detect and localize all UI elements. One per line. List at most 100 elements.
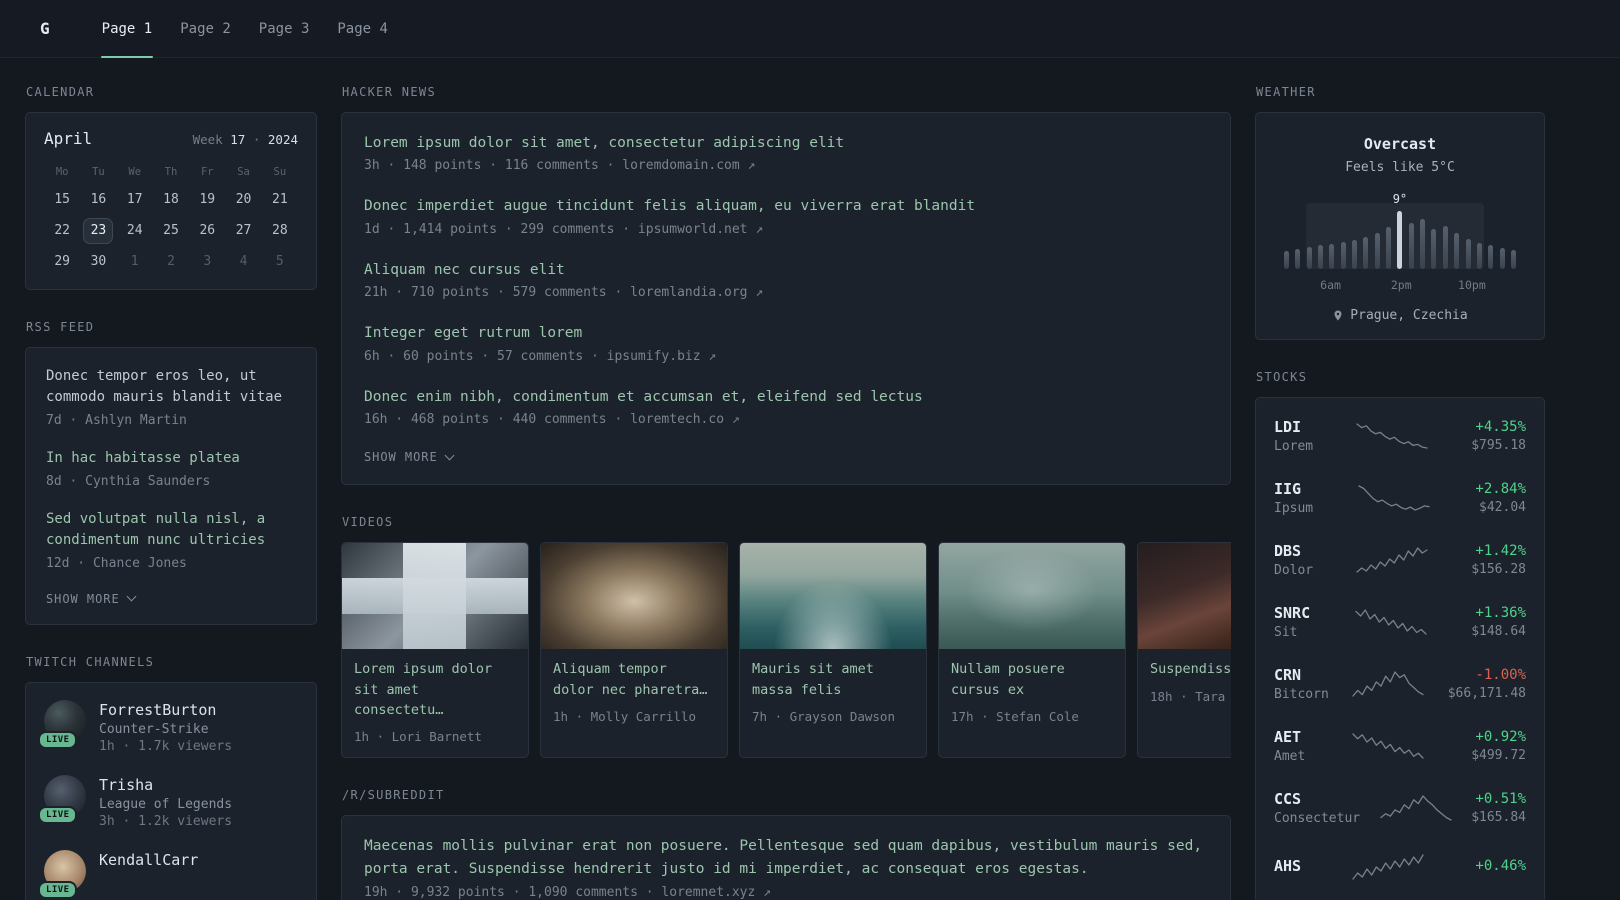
rss-item-title[interactable]: Sed volutpat nulla nisl, a condimentum n…: [46, 509, 296, 551]
stock-sparkline: [1352, 669, 1424, 699]
stock-ticker: AHS: [1274, 856, 1302, 875]
weather-bar: [1465, 239, 1471, 269]
stock-name: Dolor: [1274, 563, 1314, 578]
stock-row[interactable]: LDI Lorem +4.35% $795.18: [1274, 405, 1526, 467]
calendar-day-number: 27: [235, 223, 252, 238]
stock-row[interactable]: AHS +0.46%: [1274, 839, 1526, 895]
stock-id: AET Amet: [1274, 728, 1305, 764]
video-card-body: Nullam posuere cursus ex 17h · Stefan Co…: [939, 649, 1125, 737]
stock-row[interactable]: CCS Consectetur +0.51% $165.84: [1274, 777, 1526, 839]
videos-widget-title: VIDEOS: [342, 515, 394, 530]
calendar-day-cell: 15: [47, 187, 77, 213]
hackernews-item-title[interactable]: Integer eget rutrum lorem: [364, 323, 1208, 343]
subreddit-widget-title: /R/SUBREDDIT: [342, 788, 445, 803]
hackernews-item-title[interactable]: Lorem ipsum dolor sit amet, consectetur …: [364, 133, 1208, 153]
twitch-channel[interactable]: LIVE Trisha League of Legends 3h · 1.2k …: [38, 774, 298, 829]
navbar: G Page 1 Page 2 Page 3 Page 4: [0, 0, 1620, 58]
weather-bar-temp: 9°: [1392, 192, 1408, 206]
calendar-day-number: 22: [54, 223, 70, 238]
calendar-day-number: 21: [272, 192, 288, 207]
weather-bars: 9°: [1276, 192, 1524, 269]
stock-row[interactable]: IIG Ipsum +2.84% $42.04: [1274, 467, 1526, 529]
weekday-label: Mo: [55, 166, 69, 178]
page-tab-label: Page 1: [101, 20, 153, 37]
hackernews-item-title[interactable]: Aliquam nec cursus elit: [364, 260, 1208, 280]
calendar-weekday-row: Mo Tu We Th Fr Sa Su: [44, 166, 298, 178]
hackernews-item-title[interactable]: Donec enim nibh, condimentum et accumsan…: [364, 387, 1208, 407]
calendar-day-grid: 15 16 17 18 19 20 21 22 23 24 25 26 27 2…: [44, 184, 298, 277]
video-card[interactable]: Mauris sit amet massa felis 7h · Grayson…: [739, 542, 927, 759]
videos-widget: VIDEOS Lorem ipsum dolor sit amet consec…: [341, 515, 1231, 759]
stock-change: +2.84%: [1475, 481, 1526, 497]
video-title: Lorem ipsum dolor sit amet consectetu…: [354, 661, 493, 718]
page-tab[interactable]: Page 4: [323, 0, 402, 57]
calendar-day-cell: 16: [83, 187, 113, 213]
twitch-channel[interactable]: LIVE KendallCarr: [38, 850, 298, 900]
video-card[interactable]: Nullam posuere cursus ex 17h · Stefan Co…: [938, 542, 1126, 759]
video-title: Suspendisse diam: [1150, 661, 1231, 678]
rss-show-more-button[interactable]: SHOW MORE: [46, 591, 137, 606]
video-card[interactable]: Lorem ipsum dolor sit amet consectetu… 1…: [341, 542, 529, 759]
calendar-week-label: Week: [192, 132, 223, 147]
stock-values: +4.35% $795.18: [1471, 419, 1526, 453]
hackernews-card: Lorem ipsum dolor sit amet, consectetur …: [341, 112, 1231, 486]
stock-id: DBS Dolor: [1274, 542, 1313, 578]
calendar-day-cell: 4: [229, 249, 259, 275]
stock-name: Ipsum: [1274, 501, 1314, 516]
subreddit-item-title[interactable]: Maecenas mollis pulvinar erat non posuer…: [364, 835, 1208, 880]
stock-change: +4.35%: [1475, 419, 1526, 435]
hackernews-item-title[interactable]: Donec imperdiet augue tincidunt felis al…: [364, 196, 1208, 216]
chevron-down-icon: [126, 591, 137, 602]
calendar-day-cell: 24: [120, 218, 150, 244]
page-tab[interactable]: Page 3: [245, 0, 324, 57]
calendar-day-number: 20: [235, 192, 252, 207]
page-tab[interactable]: Page 1: [88, 0, 167, 58]
video-card-body: Lorem ipsum dolor sit amet consectetu… 1…: [342, 649, 528, 757]
video-title: Aliquam tempor dolor nec pharetra…: [553, 661, 708, 698]
hackernews-show-more-button[interactable]: SHOW MORE: [364, 450, 455, 464]
stock-row[interactable]: AET Amet +0.92% $499.72: [1274, 715, 1526, 777]
videos-carousel[interactable]: Lorem ipsum dolor sit amet consectetu… 1…: [341, 542, 1231, 759]
stock-row[interactable]: SNRC Sit +1.36% $148.64: [1274, 591, 1526, 653]
twitch-channel[interactable]: LIVE ForrestBurton Counter-Strike 1h · 1…: [38, 699, 298, 754]
rss-item-title[interactable]: In hac habitasse platea: [46, 448, 296, 469]
calendar-day-cell: 17: [120, 187, 150, 213]
stock-price: $156.28: [1471, 562, 1526, 577]
stock-sparkline: [1355, 607, 1427, 637]
rss-widget-title: RSS FEED: [26, 320, 95, 334]
weather-axis-label: 10pm: [1458, 278, 1486, 292]
video-card[interactable]: Aliquam tempor dolor nec pharetra… 1h · …: [540, 542, 728, 759]
rss-item-title[interactable]: Donec tempor eros leo, ut commodo mauris…: [46, 366, 296, 408]
calendar-day-cell: 18: [156, 187, 186, 213]
twitch-widget: TWITCH CHANNELS LIVE ForrestBurton Count…: [25, 655, 317, 900]
channel-avatar-wrap: LIVE: [38, 774, 86, 824]
channel-meta: 3h · 1.2k viewers: [99, 814, 233, 830]
calendar-day-number: 17: [126, 192, 143, 207]
weather-bar: [1340, 242, 1346, 269]
stock-row[interactable]: CRN Bitcorn -1.00% $66,171.48: [1274, 653, 1526, 715]
calendar-week-number: 17: [230, 132, 246, 147]
video-title: Nullam posuere cursus ex: [951, 661, 1065, 698]
stock-values: -1.00% $66,171.48: [1448, 667, 1526, 701]
calendar-day-number: 29: [54, 254, 70, 269]
stock-name: Lorem: [1274, 439, 1314, 454]
channel-info: ForrestBurton Counter-Strike 1h · 1.7k v…: [99, 700, 232, 754]
video-card[interactable]: Suspendisse diam 18h · Tara: [1137, 542, 1231, 759]
calendar-widget: CALENDAR April Week 17 · 2024 Mo Tu We T…: [25, 85, 317, 290]
page-tab[interactable]: Page 2: [166, 0, 245, 57]
stock-values: +0.46%: [1475, 858, 1526, 877]
stock-name: Amet: [1274, 749, 1306, 764]
calendar-day-number: 26: [199, 223, 216, 238]
stock-price: $499.72: [1471, 748, 1526, 763]
left-column: CALENDAR April Week 17 · 2024 Mo Tu We T…: [25, 85, 317, 900]
chevron-down-icon: [444, 450, 455, 461]
subreddit-card: Maecenas mollis pulvinar erat non posuer…: [341, 815, 1231, 900]
weather-bar: [1420, 219, 1426, 269]
channel-info: Trisha League of Legends 3h · 1.2k viewe…: [99, 775, 232, 829]
stock-row[interactable]: DBS Dolor +1.42% $156.28: [1274, 529, 1526, 591]
weather-bar: [1386, 227, 1392, 269]
video-meta: 1h · Molly Carrillo: [553, 708, 696, 724]
calendar-day-cell: 30: [83, 249, 113, 275]
rss-widget: RSS FEED Donec tempor eros leo, ut commo…: [25, 320, 317, 625]
right-column: WEATHER Overcast Feels like 5°C 9° 6am 2…: [1255, 85, 1545, 900]
